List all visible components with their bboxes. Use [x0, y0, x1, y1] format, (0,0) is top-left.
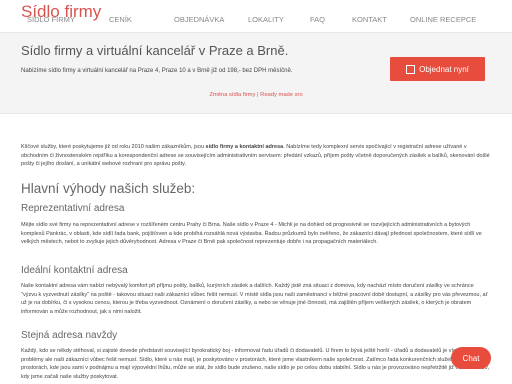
- pencil-square-icon: [406, 64, 416, 74]
- hero-links: Změna sídla firmy | Ready made sro: [0, 92, 512, 98]
- nav-item-faq[interactable]: FAQ: [310, 15, 325, 24]
- section-heading-kontaktni: Ideální kontaktní adresa: [21, 265, 128, 276]
- intro-text-bold: sídlo firmy a kontaktní adresa: [205, 144, 284, 150]
- section-text-stejna: Každý, kdo se někdy stěhoval, si zajisté…: [21, 348, 490, 380]
- section-text-reprezentativni: Mějte sídlo své firmy na reprezentativní…: [21, 222, 482, 245]
- link-ready-made-sro[interactable]: Ready made sro: [260, 92, 303, 98]
- section-text-kontaktni: Naše kontaktní adresa vám nabízí nebýval…: [21, 283, 488, 315]
- nav-item-cenik[interactable]: Ceník: [109, 15, 132, 24]
- chat-button[interactable]: Chat: [451, 347, 491, 369]
- nav-item-sidlo-firmy[interactable]: Sídlo firmy: [27, 15, 75, 24]
- order-now-button[interactable]: Objednat nyní: [390, 57, 485, 81]
- hero-subtitle: Nabízíme sídlo firmy a virtuální kancelá…: [21, 68, 293, 74]
- main-nav: Sídlo firmy Ceník Objednávka Lokality FA…: [0, 15, 512, 27]
- hero-title: Sídlo firmy a virtuální kancelář v Praze…: [21, 43, 289, 58]
- section-heading-reprezentativni: Reprezentativní adresa: [21, 203, 125, 214]
- order-now-label: Objednat nyní: [419, 64, 469, 74]
- intro-text-start: Klíčové služby, které poskytujeme již od…: [21, 144, 206, 150]
- nav-item-objednavka[interactable]: Objednávka: [174, 15, 224, 24]
- hero-banner: Sídlo firmy a virtuální kancelář v Praze…: [0, 32, 512, 114]
- main-heading: Hlavní výhody našich služeb:: [21, 181, 196, 196]
- top-navbar: Sídlo firmy Sídlo firmy Ceník Objednávka…: [0, 0, 512, 32]
- chat-label: Chat: [462, 353, 480, 363]
- intro-paragraph: Klíčové služby, které poskytujeme již od…: [21, 143, 491, 169]
- link-zmena-sidla[interactable]: Změna sídla firmy: [209, 92, 255, 98]
- nav-item-online-recepce[interactable]: Online recepce: [410, 15, 476, 24]
- nav-item-lokality[interactable]: Lokality: [248, 15, 284, 24]
- nav-item-kontakt[interactable]: Kontakt: [352, 15, 387, 24]
- section-heading-stejna: Stejná adresa navždy: [21, 330, 118, 341]
